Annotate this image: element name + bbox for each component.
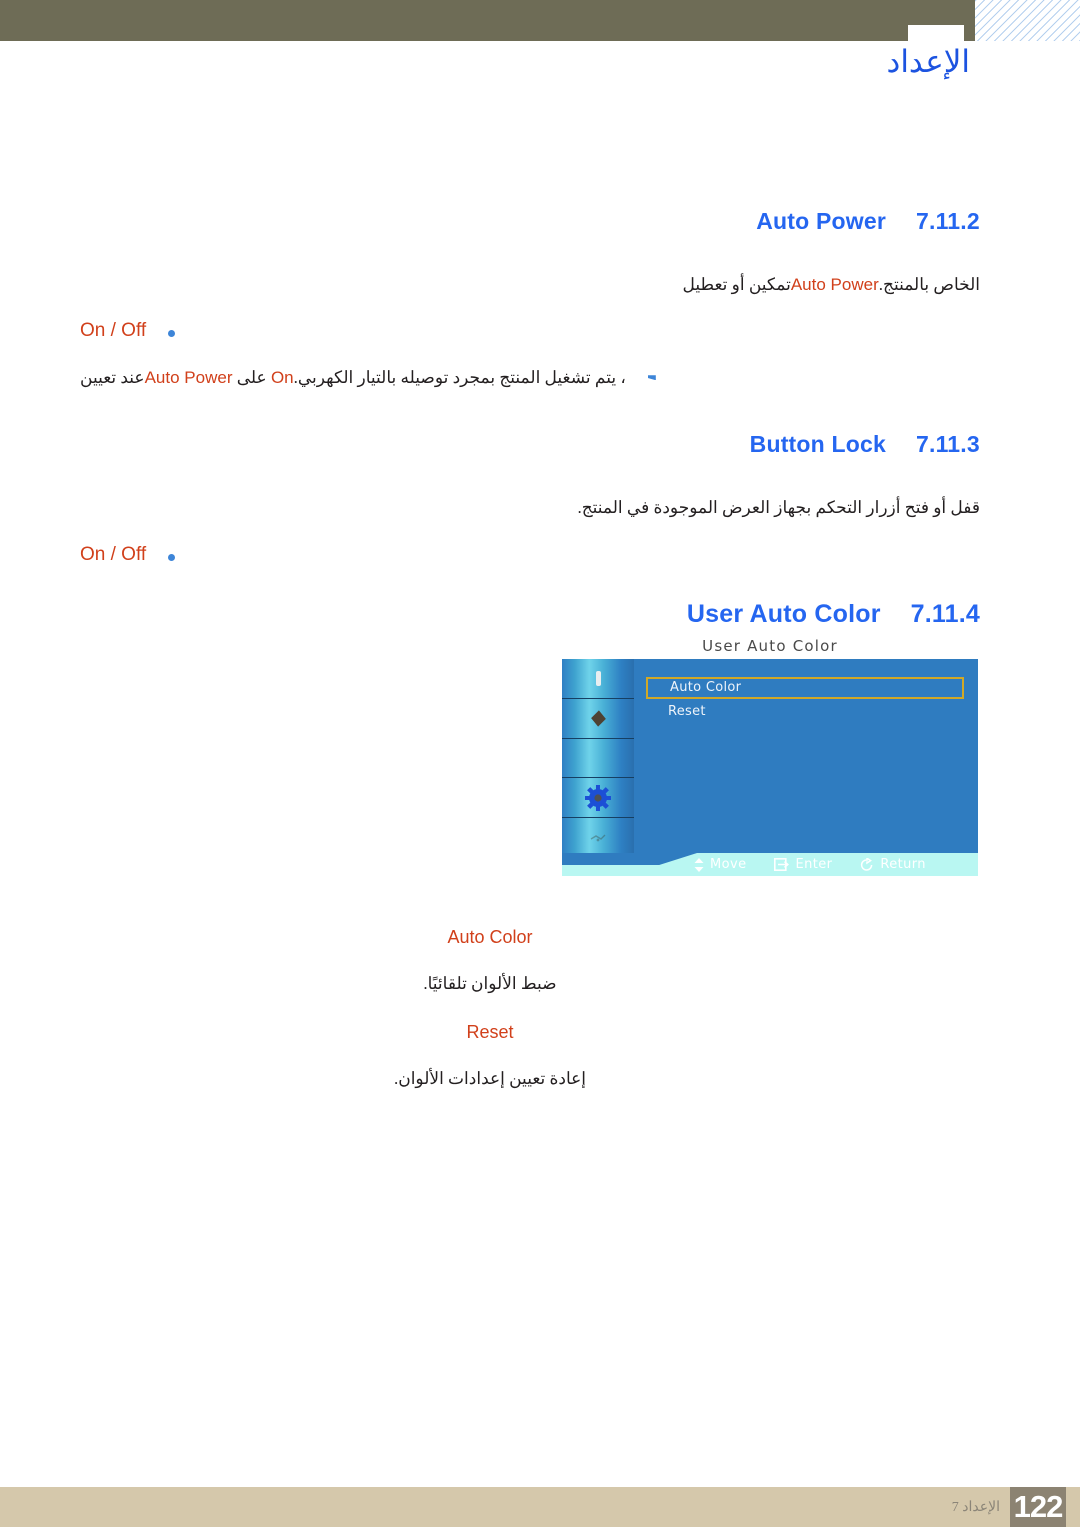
sub-item-desc-auto-color: ضبط الألوان تلقائيًا. [423, 973, 557, 993]
enter-key-icon [774, 858, 790, 871]
button-lock-options-label: On / Off [80, 543, 147, 565]
section-number: 7.11.3 [916, 431, 980, 458]
paragraph-pre-text: تمكين أو تعطيل [682, 275, 791, 294]
bullet-dot-icon [168, 553, 176, 561]
osd-hint-move[interactable]: Move [694, 857, 746, 872]
osd-sidebar-cell-blank[interactable] [562, 739, 634, 779]
section-title: Button Lock [749, 431, 886, 458]
brightness-bar-icon [595, 670, 601, 686]
info-faint-icon [589, 833, 607, 843]
osd-screenshot-figure: User Auto Color Auto Color Reset Move En… [562, 637, 978, 876]
osd-panel: Auto Color Reset Move Enter Return [562, 659, 978, 876]
auto-power-paragraph: الخاص بالمنتج.Auto Powerتمكين أو تعطيل [0, 271, 1080, 298]
inline-term-auto-power-note: Auto Power [144, 368, 233, 388]
paragraph-post-text: الخاص بالمنتج. [878, 275, 980, 294]
page-header: الإعداد [0, 0, 1080, 120]
header-white-notch [908, 25, 964, 42]
bullet-dash-icon [647, 375, 656, 381]
note-post-text: ، يتم تشغيل المنتج بمجرد توصيله بالتيار … [293, 368, 626, 388]
bullet-dot-icon [168, 330, 176, 338]
osd-footer-notch [562, 853, 697, 865]
section-number: 7.11.4 [910, 599, 980, 628]
inline-term-on: On [270, 368, 294, 388]
header-stripe-pattern [975, 0, 1080, 41]
osd-hint-move-label: Move [710, 857, 747, 872]
updown-arrow-icon [694, 857, 704, 872]
page-number-badge: 122 [1010, 1487, 1066, 1527]
osd-footer-hints: Move Enter Return [694, 853, 926, 876]
note-pre-text: عند تعيين [80, 368, 145, 388]
auto-power-options-bullet: On / Off [0, 320, 1080, 342]
osd-sidebar-cell-info[interactable] [562, 818, 634, 853]
osd-sidebar-cell-picture[interactable] [562, 699, 634, 739]
osd-hint-return-label: Return [880, 857, 926, 872]
osd-menu-area: Auto Color Reset [634, 659, 978, 853]
osd-sidebar [562, 659, 634, 853]
section-heading-auto-power: Auto Power 7.11.2 [0, 208, 1080, 235]
osd-menu-item-reset[interactable]: Reset [646, 701, 964, 722]
osd-hint-enter-label: Enter [795, 857, 833, 872]
auto-power-options-label: On / Off [80, 320, 147, 342]
page-title: الإعداد [886, 44, 970, 79]
settings-gear-icon [585, 784, 611, 811]
return-arrow-icon [860, 857, 874, 872]
osd-sidebar-cell-brightness[interactable] [562, 659, 634, 699]
osd-hint-enter[interactable]: Enter [774, 857, 832, 872]
button-lock-paragraph: قفل أو فتح أزرار التحكم بجهاز العرض المو… [577, 498, 980, 518]
section-number: 7.11.2 [916, 208, 980, 234]
page-content: Auto Power 7.11.2 الخاص بالمنتج.Auto Pow… [0, 120, 1080, 1089]
note-mid-text: على [232, 368, 271, 388]
auto-power-note-text: ، يتم تشغيل المنتج بمجرد توصيله بالتيار … [80, 364, 626, 391]
osd-footer-bar: Move Enter Return [562, 853, 978, 876]
footer-chapter-label: الإعداد 7 [951, 1500, 1000, 1515]
section-heading-user-auto-color: User Auto Color 7.11.4 [0, 600, 1080, 629]
header-olive-bar [0, 0, 975, 41]
sub-item-title-reset: Reset [466, 1021, 514, 1042]
button-lock-options-bullet: On / Off [0, 544, 1080, 566]
osd-sidebar-cell-settings[interactable] [562, 778, 634, 819]
inline-term-auto-power: Auto Power [790, 275, 879, 294]
section-title: User Auto Color [686, 599, 881, 628]
section-title: Auto Power [756, 208, 886, 234]
osd-caption: User Auto Color [702, 637, 838, 655]
section-heading-button-lock: Button Lock 7.11.3 [0, 431, 1080, 458]
auto-power-note-bullet: ، يتم تشغيل المنتج بمجرد توصيله بالتيار … [0, 364, 1080, 391]
osd-menu-item-auto-color[interactable]: Auto Color [646, 677, 964, 699]
sub-item-title-auto-color: Auto Color [447, 926, 533, 947]
osd-hint-return[interactable]: Return [860, 857, 926, 872]
sub-item-desc-reset: إعادة تعيين إعدادات الألوان. [393, 1068, 587, 1088]
picture-diamond-icon [590, 710, 606, 727]
page-footer: الإعداد 7 122 [0, 1487, 1080, 1527]
